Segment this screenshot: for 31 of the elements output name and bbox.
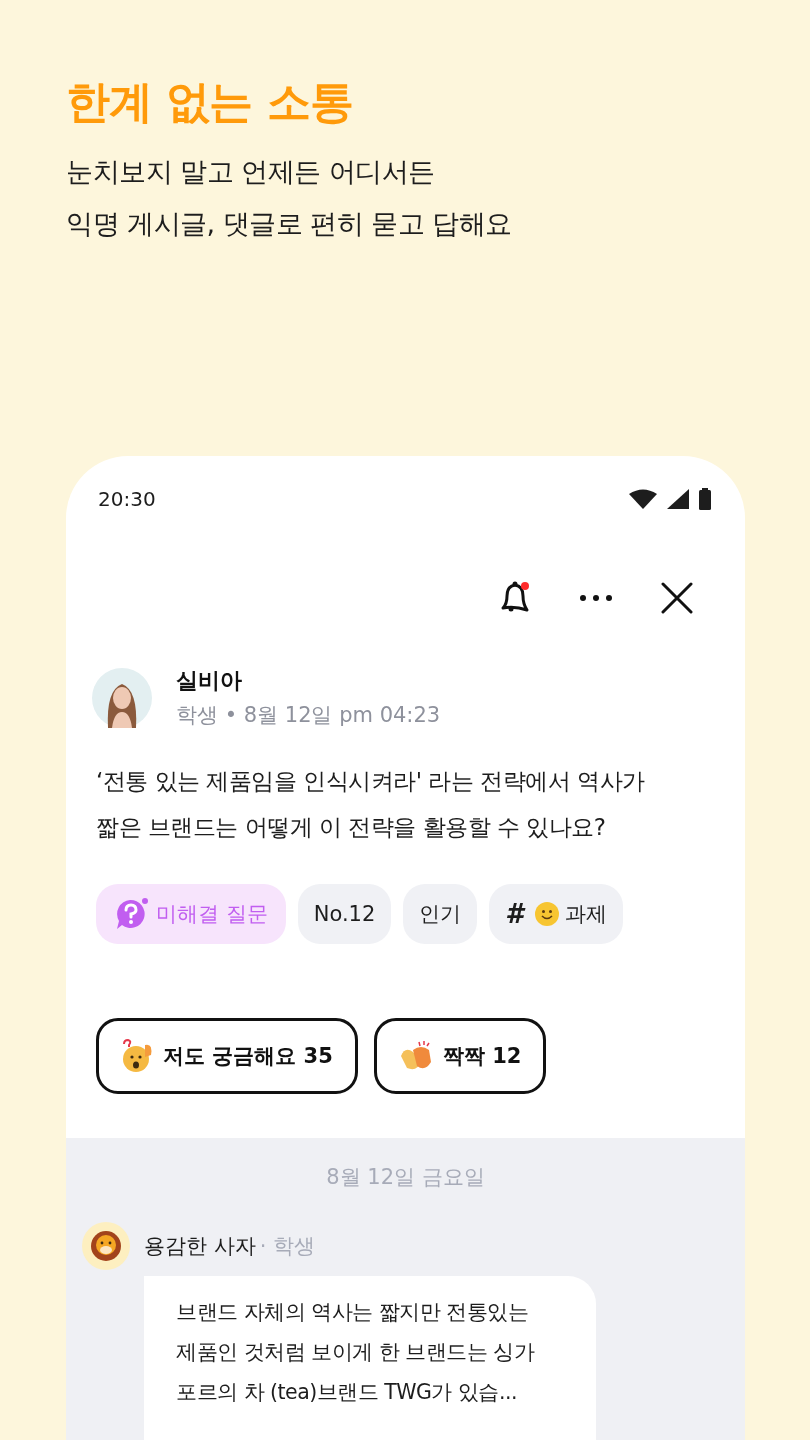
post-text-line: ‘전통 있는 제품임을 인식시켜라' 라는 전략에서 역사가 (96, 767, 646, 796)
tag-label: 미해결 질문 (156, 901, 268, 928)
tag[interactable]: 인기 (403, 884, 478, 944)
status-time: 20:30 (98, 487, 156, 511)
comment-text-line: 제품인 것처럼 보이게 한 브랜드는 싱가 (176, 1339, 536, 1366)
wifi-icon (629, 489, 657, 509)
commenter-role: · 학생 (259, 1233, 316, 1260)
comment-text-line: 브랜드 자체의 역사는 짧지만 전통있는 (176, 1299, 530, 1326)
subtitle-line: 익명 게시글, 댓글로 편히 묻고 답해요 (66, 207, 513, 241)
signal-icon (667, 489, 689, 509)
post-meta: 학생 • 8월 12일 pm 04:23 (176, 702, 441, 729)
lion-avatar (82, 1222, 130, 1270)
close-icon (661, 582, 693, 614)
topic-tag[interactable]: # 과제 (489, 884, 624, 944)
battery-icon (699, 488, 711, 510)
reaction-button[interactable]: 짝짝 12 (373, 1018, 547, 1094)
tag[interactable]: No.12 (297, 884, 392, 944)
commenter-name: 용감한 사자 (144, 1233, 256, 1260)
avatar (92, 668, 152, 728)
tag-label: 과제 (565, 901, 608, 928)
reaction-button[interactable]: 저도 궁금해요 35 (96, 1018, 358, 1094)
subtitle-line: 눈치보지 말고 언제든 어디서든 (66, 155, 436, 189)
comment-text-line: 포르의 차 (tea)브랜드 TWG가 있습... (176, 1379, 518, 1406)
more-icon (579, 594, 613, 602)
comment-date: 8월 12일 금요일 (325, 1164, 486, 1191)
question-bubble-icon (114, 896, 150, 932)
post-text-line: 짧은 브랜드는 어떻게 이 전략을 활용할 수 있나요? (96, 813, 607, 842)
hash-symbol: # (505, 899, 524, 929)
headline: 한계 없는 소통 (66, 75, 354, 129)
author-name: 실비아 (176, 667, 243, 695)
smiley-icon (535, 902, 560, 926)
